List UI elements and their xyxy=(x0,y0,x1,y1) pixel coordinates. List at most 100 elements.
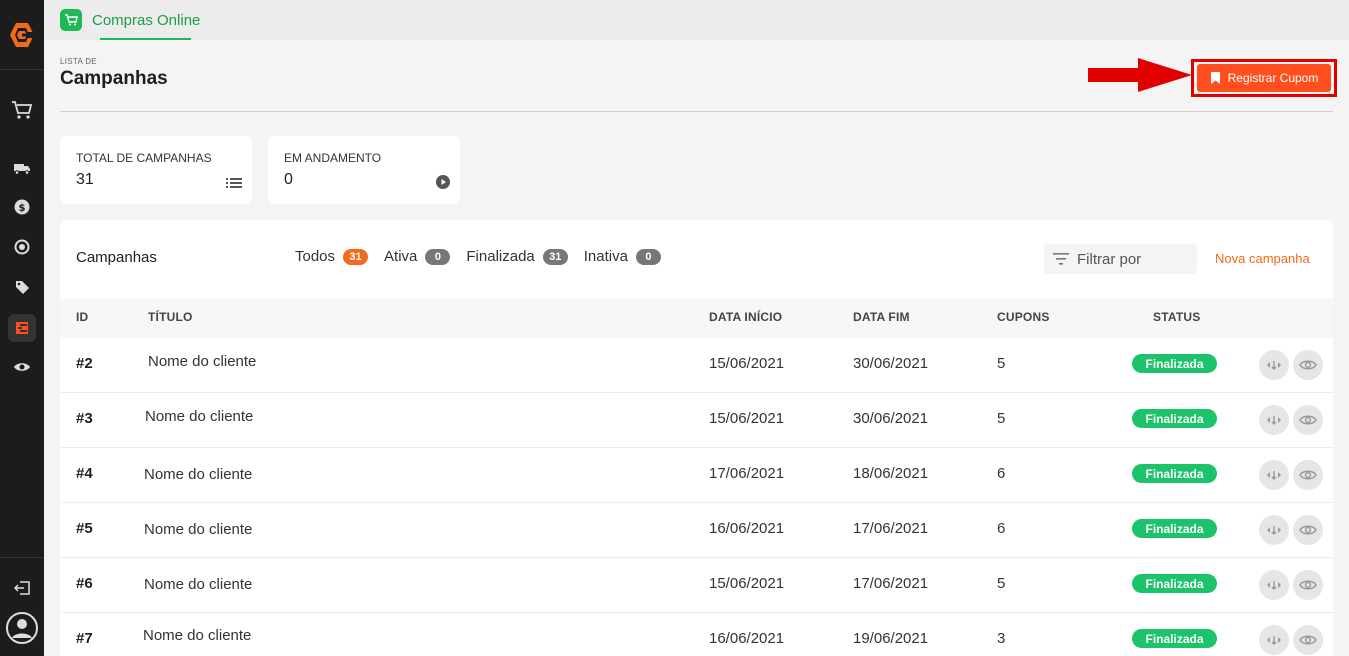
row-coupons: 3 xyxy=(997,630,1006,647)
app-cart-icon xyxy=(60,9,82,31)
logout-button[interactable] xyxy=(0,570,44,606)
row-start-date: 15/06/2021 xyxy=(709,410,785,427)
table-row[interactable]: #6 Nome do cliente 15/06/2021 17/06/2021 5 Fi… xyxy=(60,558,1333,613)
sidebar: $ xyxy=(0,0,44,656)
filter-todos[interactable]: Todos 31 xyxy=(295,248,369,265)
campaign-icon xyxy=(16,322,28,334)
count-badge: 0 xyxy=(425,248,451,265)
row-title: Nome do cliente xyxy=(145,408,254,425)
table-row[interactable]: #4 Nome do cliente 17/06/2021 18/06/2021 6 Fi… xyxy=(60,448,1333,503)
status-badge: Finalizada xyxy=(1132,409,1217,428)
view-button[interactable] xyxy=(1293,625,1323,655)
sidebar-divider xyxy=(0,557,44,558)
row-id: #3 xyxy=(76,410,93,427)
count-badge: 31 xyxy=(343,248,369,265)
sidebar-item-tags[interactable] xyxy=(0,269,44,305)
sidebar-item-cart[interactable] xyxy=(0,92,44,128)
row-coupons: 6 xyxy=(997,520,1006,537)
view-button[interactable] xyxy=(1293,350,1323,380)
row-id: #4 xyxy=(76,465,93,482)
filter-label: Ativa xyxy=(384,248,418,265)
cart-icon xyxy=(12,101,33,119)
move-button[interactable] xyxy=(1259,570,1289,600)
col-coupons: CUPONS xyxy=(997,310,1050,324)
eye-icon xyxy=(14,363,30,371)
filter-icon xyxy=(1053,253,1069,265)
header-divider xyxy=(60,111,1333,112)
stat-value: 0 xyxy=(284,171,293,188)
eye-icon xyxy=(1299,470,1317,480)
view-button[interactable] xyxy=(1293,405,1323,435)
page-eyebrow: LISTA DE xyxy=(60,57,97,66)
row-end-date: 30/06/2021 xyxy=(853,355,929,372)
row-end-date: 17/06/2021 xyxy=(853,520,929,537)
sidebar-item-finance[interactable]: $ xyxy=(0,189,44,225)
table-row[interactable]: #5 Nome do cliente 16/06/2021 17/06/2021 6 Fi… xyxy=(60,503,1333,558)
sidebar-item-exchange[interactable] xyxy=(0,229,44,265)
row-start-date: 16/06/2021 xyxy=(709,630,785,647)
dollar-icon: $ xyxy=(14,199,30,215)
move-button[interactable] xyxy=(1259,350,1289,380)
stat-label: TOTAL DE CAMPANHAS xyxy=(76,151,212,165)
row-end-date: 17/06/2021 xyxy=(853,575,929,592)
stat-label: EM ANDAMENTO xyxy=(284,151,382,165)
tag-icon xyxy=(16,281,29,294)
row-coupons: 5 xyxy=(997,575,1006,592)
col-title: TÍTULO xyxy=(148,310,193,324)
row-title: Nome do cliente xyxy=(144,576,253,593)
filter-by-button[interactable]: Filtrar por xyxy=(1044,244,1197,274)
row-end-date: 19/06/2021 xyxy=(853,630,929,647)
table-header: ID TÍTULO DATA INÍCIO DATA FIM CUPONS ST… xyxy=(60,298,1333,338)
row-start-date: 16/06/2021 xyxy=(709,520,785,537)
view-button[interactable] xyxy=(1293,570,1323,600)
filter-label: Todos xyxy=(295,248,336,265)
view-button[interactable] xyxy=(1293,460,1323,490)
row-title: Nome do cliente xyxy=(144,466,253,483)
red-arrow-annotation xyxy=(1088,58,1192,92)
truck-icon xyxy=(14,164,30,175)
view-button[interactable] xyxy=(1293,515,1323,545)
status-badge: Finalizada xyxy=(1132,574,1217,593)
eye-icon xyxy=(1299,360,1317,370)
tab-compras-online[interactable]: Compras Online xyxy=(60,0,208,40)
move-button[interactable] xyxy=(1259,625,1289,655)
filter-inativa[interactable]: Inativa 0 xyxy=(584,248,661,265)
sidebar-item-views[interactable] xyxy=(0,349,44,385)
sidebar-item-delivery[interactable] xyxy=(0,150,44,186)
panel-title: Campanhas xyxy=(76,249,157,266)
row-coupons: 6 xyxy=(997,465,1006,482)
move-button[interactable] xyxy=(1259,460,1289,490)
stat-card-total: TOTAL DE CAMPANHAS 31 xyxy=(60,136,252,204)
filter-ativa[interactable]: Ativa 0 xyxy=(384,248,451,265)
table-row[interactable]: #3 Nome do cliente 15/06/2021 30/06/2021 5 Fi… xyxy=(60,393,1333,448)
sidebar-item-campaigns[interactable] xyxy=(0,310,44,346)
stat-value: 31 xyxy=(76,171,94,188)
logout-icon xyxy=(13,581,30,595)
status-badge: Finalizada xyxy=(1132,354,1217,373)
brand-logo[interactable] xyxy=(0,0,44,70)
col-start-date: DATA INÍCIO xyxy=(709,310,783,324)
col-status: STATUS xyxy=(1153,310,1201,324)
row-title: Nome do cliente xyxy=(144,521,253,538)
filter-finalizada[interactable]: Finalizada 31 xyxy=(466,248,568,265)
table-row[interactable]: #2 Nome do cliente 15/06/2021 30/06/2021 5 Fi… xyxy=(60,338,1333,393)
col-id: ID xyxy=(76,310,89,324)
exchange-icon xyxy=(14,239,30,255)
user-avatar[interactable] xyxy=(0,609,44,647)
status-badge: Finalizada xyxy=(1132,629,1217,648)
eye-icon xyxy=(1299,580,1317,590)
count-badge: 31 xyxy=(542,248,568,265)
row-start-date: 17/06/2021 xyxy=(709,465,785,482)
new-campaign-link[interactable]: Nova campanha xyxy=(1215,251,1310,266)
eye-icon xyxy=(1299,415,1317,425)
row-coupons: 5 xyxy=(997,355,1006,372)
swap-arrows-icon xyxy=(1267,581,1281,590)
status-badge: Finalizada xyxy=(1132,464,1217,483)
table-row[interactable]: #7 Nome do cliente 16/06/2021 19/06/2021 3 Fi… xyxy=(60,613,1333,656)
move-button[interactable] xyxy=(1259,515,1289,545)
list-icon xyxy=(226,176,242,194)
register-coupon-button[interactable]: Registrar Cupom xyxy=(1197,64,1331,92)
filter-label: Finalizada xyxy=(466,248,535,265)
swap-arrows-icon xyxy=(1267,471,1281,480)
move-button[interactable] xyxy=(1259,405,1289,435)
